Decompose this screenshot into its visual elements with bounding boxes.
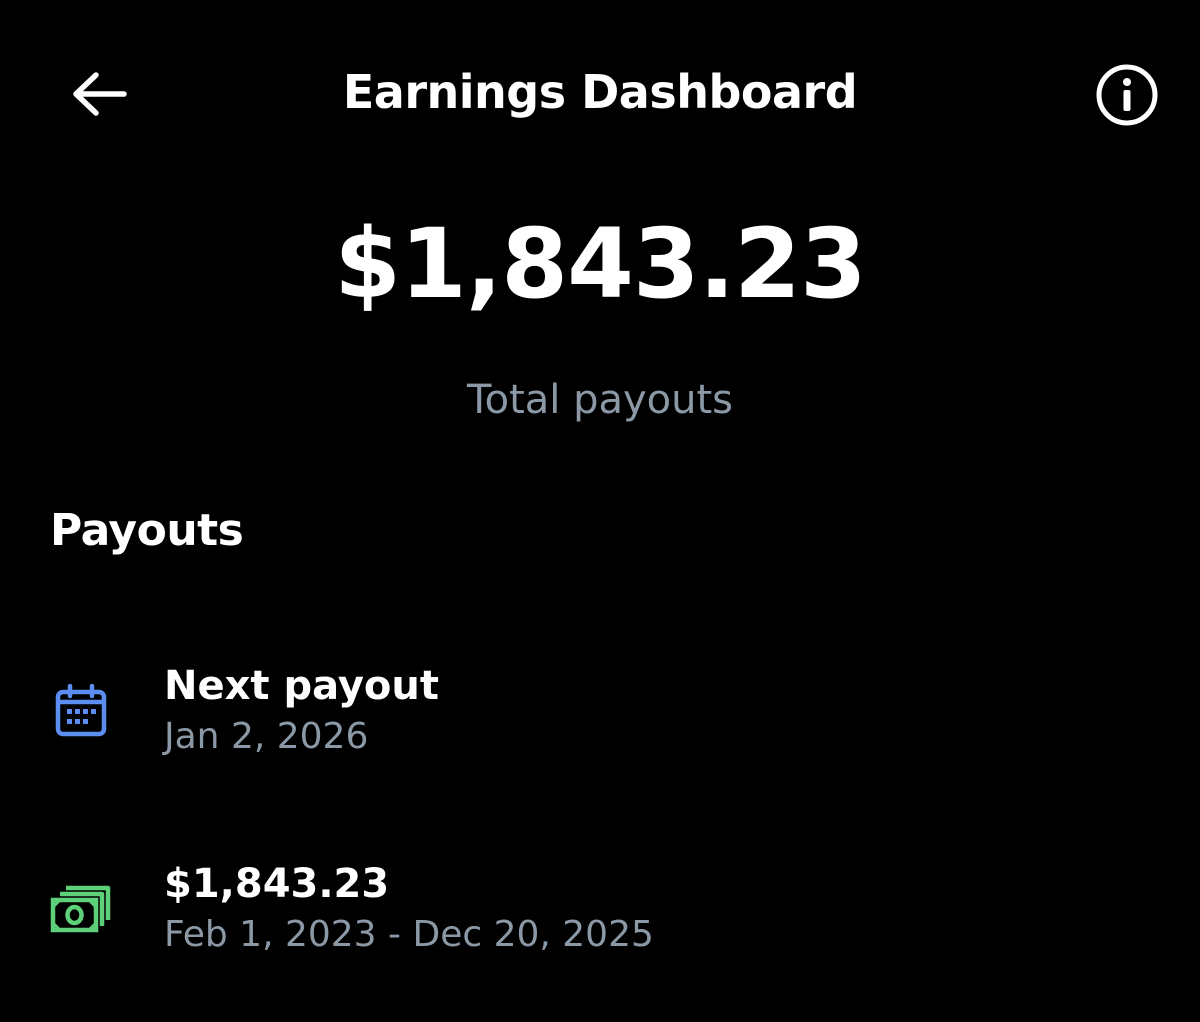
next-payout-row[interactable]: Next payout Jan 2, 2026 <box>0 660 1200 760</box>
info-button[interactable] <box>1092 62 1162 128</box>
total-payouts-amount: $1,843.23 <box>334 208 867 320</box>
back-button[interactable] <box>60 64 136 124</box>
info-circle-icon <box>1096 64 1158 126</box>
next-payout-label: Next payout <box>164 663 439 709</box>
payout-date-range: Feb 1, 2023 - Dec 20, 2025 <box>164 914 654 955</box>
top-app-bar: Earnings Dashboard <box>0 0 1200 186</box>
total-payouts-label: Total payouts <box>466 377 734 423</box>
payouts-section-title: Payouts <box>50 505 244 556</box>
arrow-left-icon <box>73 72 127 116</box>
payout-history-row[interactable]: $1,843.23 Feb 1, 2023 - Dec 20, 2025 <box>0 858 1200 958</box>
money-icon <box>50 878 112 940</box>
payout-total-amount: $1,843.23 <box>164 861 390 907</box>
page-title: Earnings Dashboard <box>342 65 858 119</box>
next-payout-date: Jan 2, 2026 <box>164 716 369 757</box>
calendar-icon <box>50 680 112 742</box>
